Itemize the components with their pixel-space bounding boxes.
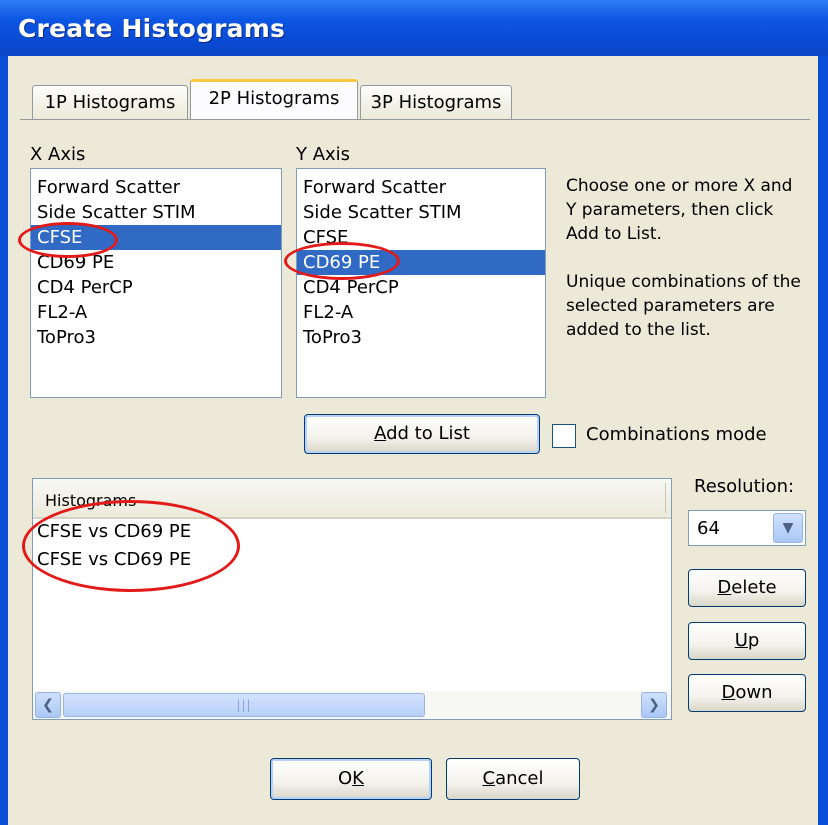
button-label-accel: U [734, 630, 748, 651]
list-item[interactable]: ToPro3 [297, 325, 545, 350]
button-label-rest: ancel [495, 768, 544, 789]
button-label-accel: A [374, 423, 387, 444]
list-item[interactable]: CD4 PerCP [297, 275, 545, 300]
list-item[interactable]: Side Scatter STIM [31, 200, 281, 225]
tab-label: 2P Histograms [208, 88, 340, 109]
button-label-rest: own [735, 682, 773, 703]
tab-2p-histograms[interactable]: 2P Histograms [190, 79, 358, 119]
combinations-mode-label[interactable]: Combinations mode [586, 424, 767, 445]
list-item[interactable]: Side Scatter STIM [297, 200, 545, 225]
combinations-mode-checkbox[interactable] [552, 424, 576, 448]
tab-label: 3P Histograms [370, 92, 502, 113]
tab-label: 1P Histograms [44, 92, 176, 113]
chevron-right-icon[interactable]: ❯ [641, 692, 667, 718]
cancel-button[interactable]: Cancel [446, 758, 580, 800]
tab-1p-histograms[interactable]: 1P Histograms [32, 85, 188, 119]
y-axis-label: Y Axis [296, 144, 351, 165]
chevron-left-icon[interactable]: ❮ [35, 692, 61, 718]
title-bar[interactable]: Create Histograms [0, 0, 828, 56]
list-item-selected[interactable]: CD69 PE [297, 250, 545, 275]
chevron-down-icon[interactable]: ▼ [773, 513, 803, 543]
tab-panel-border [20, 119, 810, 120]
list-item-selected[interactable]: CFSE [31, 225, 281, 250]
list-item[interactable]: FL2-A [297, 300, 545, 325]
button-label-rest: dd to List [386, 423, 470, 444]
help-text-note: Unique combinations of the selected para… [566, 272, 801, 340]
window-title: Create Histograms [18, 14, 286, 43]
create-histograms-window: Create Histograms 1P Histograms 2P Histo… [0, 0, 828, 825]
button-label-pre: O [338, 768, 353, 789]
window-frame-right [818, 56, 828, 825]
list-item[interactable]: Forward Scatter [297, 175, 545, 200]
button-label-accel: K [352, 768, 364, 789]
button-label-rest: p [747, 630, 760, 651]
resolution-label: Resolution: [694, 476, 795, 497]
help-text: Choose one or more X and Y parameters, t… [566, 174, 806, 342]
resolution-value: 64 [697, 518, 720, 539]
x-axis-label: X Axis [30, 144, 86, 165]
x-axis-listbox[interactable]: Forward Scatter Side Scatter STIM CFSE C… [30, 168, 282, 398]
table-row[interactable]: CFSE vs CD69 PE [37, 521, 191, 542]
up-button[interactable]: Up [688, 622, 806, 660]
ok-button[interactable]: OK [270, 758, 432, 800]
grip-icon: ||| [236, 698, 252, 712]
list-item[interactable]: Forward Scatter [31, 175, 281, 200]
list-item[interactable]: CD4 PerCP [31, 275, 281, 300]
histograms-listview[interactable]: Histograms CFSE vs CD69 PE CFSE vs CD69 … [32, 478, 672, 720]
y-axis-listbox[interactable]: Forward Scatter Side Scatter STIM CFSE C… [296, 168, 546, 398]
add-to-list-button[interactable]: Add to List [304, 414, 540, 454]
down-button[interactable]: Down [688, 674, 806, 712]
button-label-accel: C [482, 768, 496, 789]
resolution-select[interactable]: 64 ▼ [688, 510, 806, 546]
button-label-accel: D [721, 682, 736, 703]
button-label-rest: elete [731, 577, 777, 598]
list-item[interactable]: CD69 PE [31, 250, 281, 275]
delete-button[interactable]: Delete [688, 569, 806, 607]
histograms-column-header[interactable]: Histograms [33, 479, 671, 519]
button-label-accel: D [717, 577, 732, 598]
list-item[interactable]: ToPro3 [31, 325, 281, 350]
window-frame-left [0, 56, 8, 825]
table-row[interactable]: CFSE vs CD69 PE [37, 549, 191, 570]
list-item[interactable]: CFSE [297, 225, 545, 250]
list-item[interactable]: FL2-A [31, 300, 281, 325]
tab-3p-histograms[interactable]: 3P Histograms [360, 85, 512, 119]
histograms-header-label: Histograms [45, 491, 137, 510]
horizontal-scrollbar[interactable]: ❮ ||| ❯ [33, 691, 671, 719]
column-divider[interactable] [665, 483, 666, 513]
help-text-instructions: Choose one or more X and Y parameters, t… [566, 176, 793, 244]
scrollbar-thumb[interactable]: ||| [63, 693, 425, 717]
